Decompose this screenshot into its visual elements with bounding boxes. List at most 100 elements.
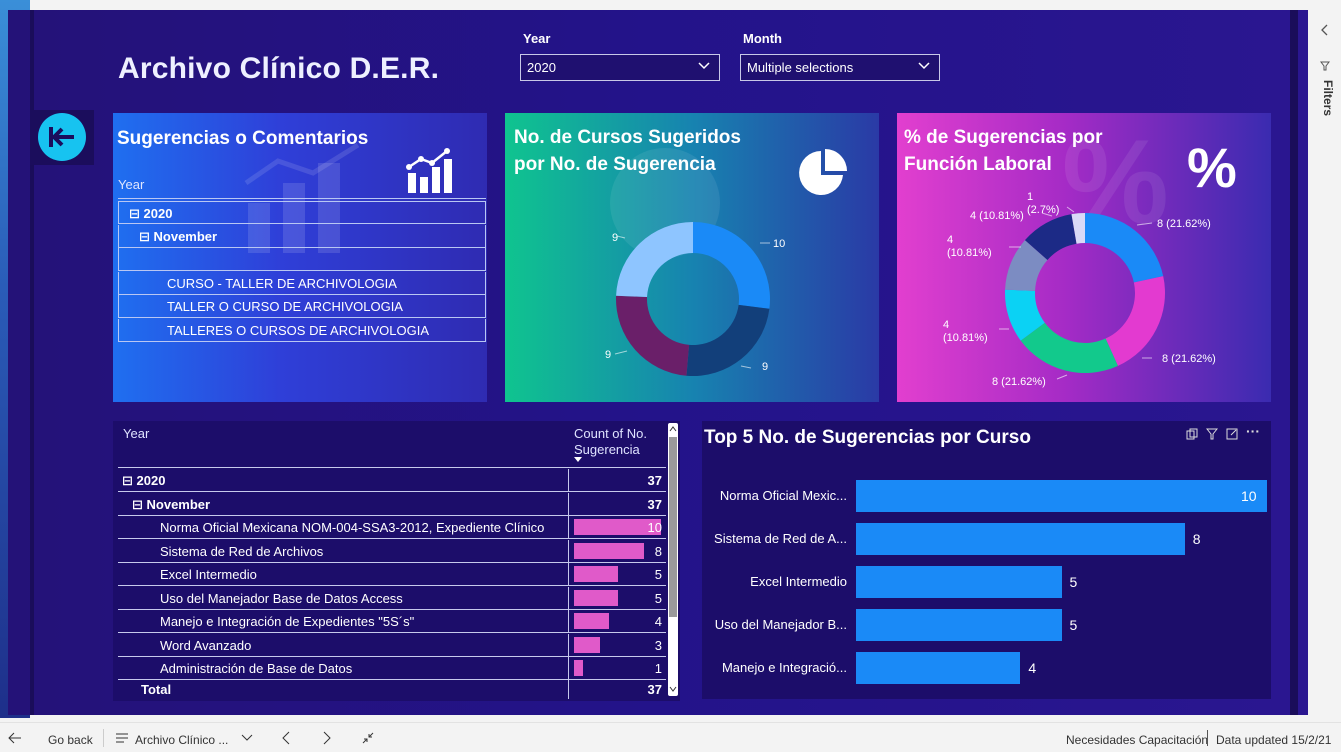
funcion-slice[interactable]	[1020, 322, 1118, 373]
next-page-icon[interactable]	[323, 731, 331, 745]
funcion-donut-chart: 8 (21.62%)8 (21.62%)8 (21.62%)4(10.81%)4…	[943, 191, 1216, 388]
table-group-row[interactable]: ⊟ November 37	[118, 492, 666, 516]
table-row-value: 5	[654, 590, 662, 606]
page-selector[interactable]: Archivo Clínico ...	[135, 733, 228, 747]
tree-group-row[interactable]: ⊟ November	[118, 224, 486, 248]
table-group-row[interactable]: ⊟ 2020 37	[118, 469, 666, 492]
status-divider	[103, 729, 104, 747]
bar[interactable]	[856, 566, 1062, 598]
canvas-right-edge	[1290, 10, 1298, 715]
collapse-chevron-icon[interactable]	[1320, 24, 1330, 36]
table-col-separator	[568, 610, 569, 633]
table-col-separator	[568, 633, 569, 657]
more-options-icon[interactable]: ···	[1246, 423, 1260, 439]
bar-category-label: Uso del Manejador B...	[714, 617, 847, 632]
funcion-data-label: 4	[947, 234, 953, 246]
table-scrollbar[interactable]	[668, 423, 678, 696]
back-arrow-icon	[38, 113, 86, 161]
status-bar: Go back Archivo Clínico ... Necesidades …	[0, 722, 1341, 752]
cursos-leader-line	[616, 235, 626, 239]
funcion-data-label: (10.81%)	[943, 332, 988, 344]
table-col-separator	[568, 492, 569, 516]
cursos-leader-line	[614, 350, 628, 355]
go-back-link[interactable]: Go back	[48, 733, 93, 747]
funcion-data-label: 4 (10.81%)	[970, 210, 1024, 222]
cursos-slice[interactable]	[693, 222, 770, 309]
funcion-data-label: 8 (21.62%)	[1157, 218, 1211, 230]
back-button[interactable]	[30, 110, 94, 165]
filter-icon[interactable]	[1206, 428, 1218, 440]
bar-value-label: 5	[1069, 574, 1078, 590]
table-data-bar	[574, 542, 644, 559]
chevron-up-icon[interactable]	[669, 425, 677, 433]
month-slicer-value: Multiple selections	[747, 60, 854, 75]
cursos-data-label: 9	[605, 349, 611, 361]
bar[interactable]	[856, 609, 1062, 641]
cursos-data-label: 9	[762, 361, 768, 373]
month-slicer-dropdown[interactable]: Multiple selections	[740, 54, 940, 81]
year-slicer-dropdown[interactable]: 2020	[520, 54, 720, 81]
table-scrollbar-thumb[interactable]	[669, 437, 677, 617]
year-slicer-value: 2020	[527, 60, 556, 75]
tree-group-row[interactable]: ⊟ 2020	[118, 201, 486, 224]
tree-item-row	[118, 248, 486, 271]
previous-page-icon[interactable]	[282, 731, 290, 745]
chevron-down-icon	[918, 62, 930, 70]
cursos-slice[interactable]	[616, 295, 690, 376]
funcion-slice[interactable]	[1105, 276, 1165, 366]
table-row-label: ⊟ 2020	[122, 473, 166, 488]
funcion-data-label: (10.81%)	[947, 247, 992, 259]
funnel-icon	[1320, 61, 1330, 71]
chevron-down-icon	[698, 62, 710, 70]
table-col-separator	[568, 539, 569, 563]
sort-desc-icon[interactable]	[574, 457, 584, 463]
cursos-slice[interactable]	[616, 222, 693, 298]
table-row-label: Administración de Base de Datos	[160, 661, 353, 676]
bar[interactable]	[856, 652, 1021, 684]
table-col-separator	[568, 469, 569, 492]
focus-mode-icon[interactable]	[1226, 428, 1238, 440]
funcion-leader-line	[1136, 222, 1153, 226]
filters-pane[interactable]: Filters	[1312, 0, 1341, 718]
report-title: Archivo Clínico D.E.R.	[118, 52, 440, 85]
bar-value-label: 5	[1069, 617, 1078, 633]
table-row-label: Word Avanzado	[160, 637, 252, 653]
table-row: Word Avanzado 3	[118, 633, 666, 657]
tree-item-row: TALLERES O CURSOS DE ARCHIVOLOGIA	[118, 318, 486, 342]
table-data-bar	[574, 636, 601, 653]
top5-bar-chart-card: Top 5 No. de Sugerencias por Curso ··· N…	[702, 421, 1271, 699]
bar-category-label: Norma Oficial Mexic...	[719, 488, 847, 503]
table-row-value: 10	[647, 520, 662, 535]
table-row-value: 37	[647, 496, 662, 512]
table-row: Manejo e Integración de Expedientes "5S´…	[118, 610, 666, 633]
filters-pane-label[interactable]: Filters	[1321, 80, 1335, 116]
funcion-data-label: 8 (21.62%)	[992, 376, 1046, 388]
cursos-slice[interactable]	[686, 304, 770, 376]
table-header-count[interactable]: Count of No. Sugerencia	[574, 426, 654, 458]
cursos-data-label: 10	[773, 238, 785, 250]
table-row-label: ⊟ November	[132, 496, 211, 512]
sugerencias-matrix-table: Year Count of No. Sugerencia ⊟ 2020 37 ⊟ N…	[113, 421, 680, 701]
table-row: Uso del Manejador Base de Datos Access 5	[118, 586, 666, 610]
bar-value-label: 4	[1028, 660, 1037, 676]
tree-item-row: TALLER O CURSO DE ARCHIVOLOGIA	[118, 295, 486, 318]
table-row: Sistema de Red de Archivos 8	[118, 539, 666, 563]
bar-category-label: Excel Intermedio	[750, 574, 847, 589]
funcion-leader-line	[1056, 374, 1068, 380]
table-total-row: Total 37	[118, 675, 666, 699]
back-arrow-icon[interactable]	[8, 732, 22, 744]
bar[interactable]	[856, 523, 1185, 555]
table-row-label: Uso del Manejador Base de Datos Access	[160, 590, 403, 606]
collapse-icon[interactable]	[361, 731, 375, 745]
chevron-down-icon[interactable]	[669, 685, 677, 693]
funcion-data-label: (2.7%)	[1027, 204, 1059, 216]
bar[interactable]	[856, 480, 1267, 512]
bar-category-label: Manejo e Integració...	[721, 660, 847, 675]
sugerencias-card: Sugerencias o Comentarios Year ⊟ 2020 ⊟ N…	[113, 113, 487, 402]
table-header-year[interactable]: Year	[123, 426, 149, 441]
cursos-data-label: 9	[612, 232, 618, 244]
table-row-label: Norma Oficial Mexicana NOM-004-SSA3-2012…	[160, 520, 545, 535]
chevron-down-icon[interactable]	[241, 734, 253, 742]
copy-icon[interactable]	[1186, 428, 1198, 440]
sugerencias-title: Sugerencias o Comentarios	[117, 128, 369, 149]
